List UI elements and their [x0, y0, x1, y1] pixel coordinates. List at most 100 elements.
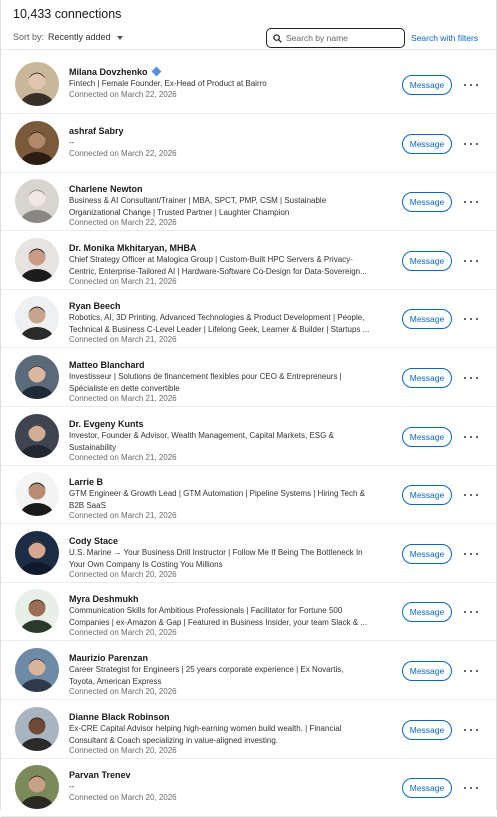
connection-name-line[interactable]: Maurizio Parenzan	[69, 653, 394, 664]
connection-name[interactable]: Milana Dovzhenko	[69, 67, 148, 77]
connection-headline: Your Own Company Is Costing You Millions	[69, 559, 223, 569]
connection-row: Milana Dovzhenko Fintech | Female Founder…	[1, 56, 496, 114]
more-options-icon[interactable]	[464, 197, 478, 207]
connection-row: Larrie B GTM Engineer & Growth Lead | GTM…	[1, 466, 496, 524]
more-options-icon[interactable]	[464, 314, 478, 324]
connection-headline: Robotics, AI, 3D Printing, Advanced Tech…	[69, 313, 365, 322]
connection-name[interactable]: Charlene Newton	[69, 184, 143, 194]
more-options-icon[interactable]	[464, 256, 478, 266]
connection-name[interactable]: Dr. Evgeny Kunts	[69, 419, 144, 429]
connection-row: Dr. Evgeny Kunts Investor, Founder & Advi…	[1, 408, 496, 466]
profile-avatar[interactable]	[15, 589, 59, 633]
connected-date: Connected on March 21, 2026	[69, 511, 177, 520]
connections-count: 10,433 connections	[13, 7, 122, 21]
connection-headline: Centric, Enterprise-Tailored AI | Hardwa…	[69, 266, 367, 276]
connection-name-line[interactable]: Dianne Black Robinson	[69, 712, 394, 723]
connection-headline: GTM Engineer & Growth Lead | GTM Automat…	[69, 489, 365, 498]
message-button[interactable]: Message	[402, 778, 452, 798]
connection-name[interactable]: Parvan Trenev	[69, 770, 131, 780]
more-options-icon[interactable]	[464, 490, 478, 500]
message-button[interactable]: Message	[402, 134, 452, 154]
more-options-icon[interactable]	[464, 373, 478, 383]
caret-down-icon	[116, 35, 123, 40]
connection-name-line[interactable]: ashraf Sabry	[69, 126, 394, 137]
connection-headline: U.S. Marine → Your Business Drill Instru…	[69, 548, 363, 557]
more-options-icon[interactable]	[464, 783, 478, 793]
profile-avatar[interactable]	[15, 707, 59, 751]
message-button[interactable]: Message	[402, 251, 452, 271]
connection-headline: Business & AI Consultant/Trainer | MBA, …	[69, 196, 327, 205]
connection-headline: Sustainability	[69, 442, 117, 452]
connection-name-line[interactable]: Dr. Monika Mkhitaryan, MHBA	[69, 243, 394, 254]
connection-headline: Companies | ex-Amazon & Gap | Featured i…	[69, 617, 368, 627]
more-options-icon[interactable]	[464, 80, 478, 90]
search-with-filters-link[interactable]: Search with filters	[411, 33, 478, 43]
connection-name[interactable]: Myra Deshmukh	[69, 594, 139, 604]
message-button[interactable]: Message	[402, 192, 452, 212]
connection-name-line[interactable]: Parvan Trenev	[69, 770, 394, 781]
profile-avatar[interactable]	[15, 648, 59, 692]
profile-avatar[interactable]	[15, 62, 59, 106]
connection-row: Charlene Newton Business & AI Consultant/…	[1, 173, 496, 231]
search-box[interactable]	[266, 28, 405, 48]
connection-name-line[interactable]: Matteo Blanchard	[69, 360, 394, 371]
verified-badge-icon	[151, 66, 161, 77]
profile-avatar[interactable]	[15, 472, 59, 516]
more-options-icon[interactable]	[464, 607, 478, 617]
connection-row: Parvan Trenev -- Connected on March 20, 20…	[1, 759, 496, 817]
profile-avatar[interactable]	[15, 296, 59, 340]
connection-name[interactable]: Ryan Beech	[69, 301, 121, 311]
profile-avatar[interactable]	[15, 765, 59, 809]
message-button[interactable]: Message	[402, 602, 452, 622]
connection-info: Parvan Trenev -- Connected on March 20, 20…	[69, 770, 394, 803]
connection-headline: Chief Strategy Officer at Malogica Group…	[69, 255, 353, 264]
message-button[interactable]: Message	[402, 720, 452, 740]
message-button[interactable]: Message	[402, 75, 452, 95]
connected-date: Connected on March 22, 2026	[69, 89, 177, 99]
connection-info: Dr. Monika Mkhitaryan, MHBA Chief Strateg…	[69, 243, 394, 287]
connection-info: Myra Deshmukh Communication Skills for Am…	[69, 594, 394, 638]
profile-avatar[interactable]	[15, 179, 59, 223]
more-options-icon[interactable]	[464, 725, 478, 735]
connected-date: Connected on March 20, 2026	[69, 570, 177, 579]
connection-row: Ryan Beech Robotics, AI, 3D Printing, Adv…	[1, 290, 496, 348]
profile-avatar[interactable]	[15, 121, 59, 165]
connection-name-line[interactable]: Larrie B	[69, 477, 394, 488]
connection-name[interactable]: Cody Stace	[69, 536, 118, 546]
profile-avatar[interactable]	[15, 414, 59, 458]
search-input[interactable]	[286, 33, 394, 43]
message-button[interactable]: Message	[402, 427, 452, 447]
connection-info: Ryan Beech Robotics, AI, 3D Printing, Adv…	[69, 301, 394, 345]
connection-name-line[interactable]: Charlene Newton	[69, 184, 394, 195]
connection-info: Maurizio Parenzan Career Strategist for E…	[69, 653, 394, 697]
connection-name-line[interactable]: Ryan Beech	[69, 301, 394, 312]
message-button[interactable]: Message	[402, 661, 452, 681]
connection-name[interactable]: Matteo Blanchard	[69, 360, 145, 370]
message-button[interactable]: Message	[402, 485, 452, 505]
sort-dropdown[interactable]: Sort by: Recently added	[13, 32, 123, 42]
connections-header: 10,433 connections Sort by: Recently adde…	[1, 0, 496, 50]
connection-headline: Consultant & Coach specializing in value…	[69, 735, 279, 745]
profile-avatar[interactable]	[15, 355, 59, 399]
connection-name[interactable]: ashraf Sabry	[69, 126, 124, 136]
connection-name[interactable]: Larrie B	[69, 477, 103, 487]
connection-name[interactable]: Dianne Black Robinson	[69, 712, 170, 722]
connection-info: Matteo Blanchard Investisseur | Solutions…	[69, 360, 394, 404]
message-button[interactable]: Message	[402, 309, 452, 329]
more-options-icon[interactable]	[464, 666, 478, 676]
more-options-icon[interactable]	[464, 432, 478, 442]
more-options-icon[interactable]	[464, 549, 478, 559]
connection-name[interactable]: Maurizio Parenzan	[69, 653, 148, 663]
connection-name[interactable]: Dr. Monika Mkhitaryan, MHBA	[69, 243, 197, 253]
message-button[interactable]: Message	[402, 368, 452, 388]
connection-name-line[interactable]: Dr. Evgeny Kunts	[69, 419, 394, 430]
connection-name-line[interactable]: Cody Stace	[69, 536, 394, 547]
connection-name-line[interactable]: Milana Dovzhenko	[69, 66, 394, 78]
connected-date: Connected on March 22, 2026	[69, 148, 177, 158]
profile-avatar[interactable]	[15, 531, 59, 575]
profile-avatar[interactable]	[15, 238, 59, 282]
connection-name-line[interactable]: Myra Deshmukh	[69, 594, 394, 605]
connected-date: Connected on March 21, 2026	[69, 453, 177, 462]
more-options-icon[interactable]	[464, 139, 478, 149]
message-button[interactable]: Message	[402, 544, 452, 564]
